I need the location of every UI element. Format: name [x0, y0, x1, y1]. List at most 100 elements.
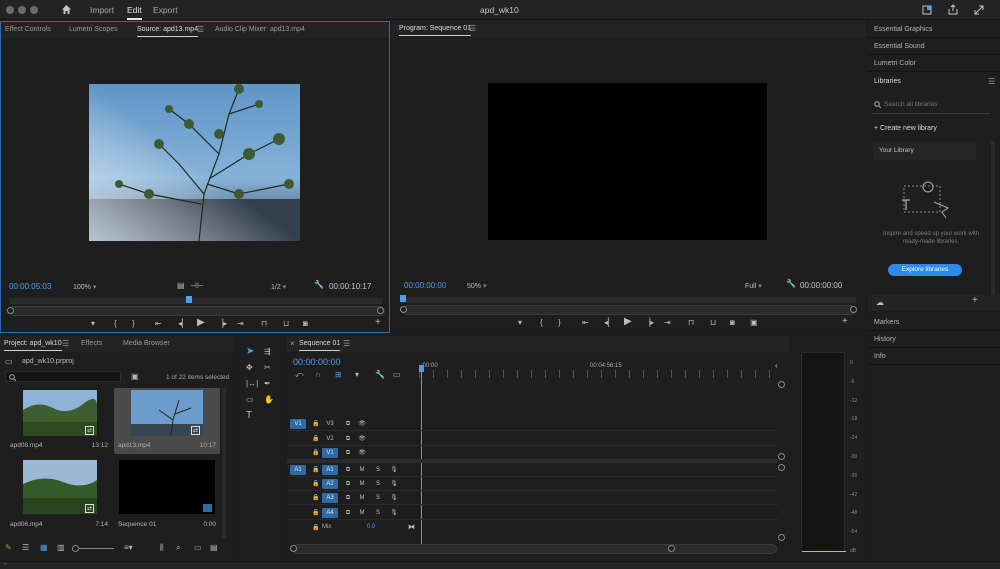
ripple-edit-tool-icon[interactable]: ✥	[246, 364, 253, 372]
camera-icon[interactable]: ◙	[730, 319, 735, 327]
captions-icon[interactable]: ▭	[393, 371, 401, 379]
mix-track-header[interactable]: 🔒 Mix 0.0 ⧓	[288, 521, 418, 535]
snap-icon[interactable]: ∩	[315, 371, 321, 379]
add-marker-icon[interactable]: ▾	[355, 371, 359, 379]
source-patch-video[interactable]: V1	[290, 419, 306, 429]
tab-lumetri-scopes[interactable]: Lumetri Scopes	[69, 26, 118, 33]
track-header-v2[interactable]: 🔒 V2 ⧉ 👁	[288, 432, 778, 446]
mute-button[interactable]: M	[354, 508, 370, 518]
button-editor-icon[interactable]: +	[842, 317, 848, 327]
mark-in-icon[interactable]: {	[114, 320, 117, 328]
collapse-icon[interactable]: ‹	[775, 362, 778, 370]
clip-item[interactable]: ⇄ apd06.mp4 7:14	[4, 458, 110, 528]
quick-export-icon[interactable]	[922, 5, 932, 15]
source-scroll-end-handle[interactable]	[377, 307, 384, 314]
timeline-hscrollbar[interactable]	[293, 544, 777, 554]
fullscreen-icon[interactable]	[974, 5, 984, 15]
panel-markers[interactable]: Markers	[868, 314, 1000, 331]
track-label[interactable]: V2	[322, 434, 338, 444]
step-forward-icon[interactable]: ▕▸	[644, 319, 654, 327]
timeline-vscroll-bottom[interactable]	[778, 453, 785, 460]
panel-menu-icon[interactable]: ☰	[469, 24, 476, 33]
tab-media-browser[interactable]: Media Browser	[123, 340, 170, 347]
panel-essential-graphics[interactable]: Essential Graphics	[868, 21, 1000, 38]
cloud-icon[interactable]: ☁	[876, 299, 884, 307]
microphone-icon[interactable]: 🎙	[386, 493, 402, 503]
find-icon[interactable]: ⌕	[176, 544, 180, 552]
step-back-icon[interactable]: ◂▏	[604, 319, 614, 327]
nav-edit[interactable]: Edit	[127, 5, 142, 20]
wrench-icon[interactable]: 🔧	[314, 281, 324, 289]
panel-history[interactable]: History	[868, 331, 1000, 348]
source-playhead[interactable]	[185, 296, 192, 303]
eye-icon[interactable]: 👁	[354, 419, 370, 429]
go-to-in-icon[interactable]: ⇤	[582, 319, 589, 327]
libraries-menu-icon[interactable]: ☰	[988, 77, 995, 86]
program-zoom-scrollbar[interactable]	[402, 305, 856, 315]
close-window-button[interactable]	[6, 6, 14, 14]
wrench-icon[interactable]: 🔧	[375, 371, 385, 379]
program-playhead[interactable]	[400, 295, 406, 302]
freeform-view-icon[interactable]: ▥	[57, 544, 65, 552]
program-resolution-select[interactable]: Full	[745, 282, 762, 290]
track-select-tool-icon[interactable]: ⇶	[264, 348, 271, 356]
close-tab-icon[interactable]: ×	[290, 339, 295, 348]
comparison-view-icon[interactable]: ▣	[750, 319, 758, 327]
program-scroll-end-handle[interactable]	[850, 306, 857, 313]
type-tool-icon[interactable]: T	[246, 411, 252, 421]
nav-export[interactable]: Export	[153, 5, 178, 15]
track-header-v3[interactable]: V1 🔒 V3 ⧉ 👁	[288, 417, 778, 431]
linked-selection-icon[interactable]: ⊞	[335, 371, 342, 379]
new-item-icon[interactable]: ▤	[210, 544, 218, 552]
clip-item[interactable]: ⇄ apd08.mp4 13:12	[4, 388, 110, 454]
panel-menu-icon[interactable]: ☰	[197, 25, 204, 34]
go-to-out-icon[interactable]: ⇥	[664, 319, 671, 327]
tab-effect-controls[interactable]: Effect Controls	[5, 26, 51, 33]
icon-view-icon[interactable]: ▦	[40, 544, 48, 552]
wrench-icon[interactable]: 🔧	[786, 280, 796, 288]
drag-video-icon[interactable]: ⊣⊢	[190, 282, 204, 290]
pencil-icon[interactable]: ✎	[5, 544, 12, 552]
program-zoom-select[interactable]: 50%	[467, 282, 486, 290]
mix-volume-value[interactable]: 0.0	[367, 524, 375, 530]
clip-item-selected[interactable]: ⇄ apd13.mp4 10:17	[114, 388, 220, 454]
zoom-slider-handle[interactable]	[72, 545, 79, 552]
timeline-hscroll-start[interactable]	[290, 545, 297, 552]
timeline-hscroll-end[interactable]	[668, 545, 675, 552]
track-label[interactable]: V1	[322, 448, 338, 458]
play-icon[interactable]: ▶	[197, 318, 205, 328]
track-label[interactable]: A1	[322, 465, 338, 475]
eye-icon[interactable]: 👁	[354, 448, 370, 458]
solo-button[interactable]: S	[370, 508, 386, 518]
panel-essential-sound[interactable]: Essential Sound	[868, 38, 1000, 55]
libraries-scrollbar[interactable]	[991, 141, 995, 296]
track-label[interactable]: A3	[322, 493, 338, 503]
mute-button[interactable]: M	[354, 465, 370, 475]
list-view-icon[interactable]: ☰	[22, 544, 29, 552]
go-to-out-icon[interactable]: ⇥	[237, 320, 244, 328]
program-time-ruler[interactable]	[400, 297, 856, 303]
track-header-a3[interactable]: 🔒 A3 ⧉ M S 🎙	[288, 491, 778, 505]
tab-project[interactable]: Project: apd_wk10	[4, 340, 62, 351]
track-header-a4[interactable]: 🔒 A4 ⧉ M S 🎙	[288, 506, 778, 520]
pen-tool-icon[interactable]: ✒	[264, 380, 271, 388]
tab-program[interactable]: Program: Sequence 01	[399, 25, 471, 36]
automate-to-sequence-icon[interactable]: ⫼	[160, 544, 164, 552]
zoom-slider[interactable]	[74, 548, 114, 549]
solo-button[interactable]: S	[370, 493, 386, 503]
extract-icon[interactable]: ⊔	[710, 319, 716, 327]
go-to-end-icon[interactable]: ⧓	[408, 523, 415, 531]
tab-source[interactable]: Source: apd13.mp4	[137, 26, 199, 37]
panel-info[interactable]: Info	[868, 348, 1000, 365]
slip-tool-icon[interactable]: |↔|	[246, 380, 258, 388]
play-icon[interactable]: ▶	[624, 317, 632, 327]
source-time-ruler[interactable]	[9, 298, 383, 304]
go-to-in-icon[interactable]: ⇤	[155, 320, 162, 328]
mute-button[interactable]: M	[354, 493, 370, 503]
tab-audio-clip-mixer[interactable]: Audio Clip Mixer: apd13.mp4	[215, 26, 305, 33]
minimize-window-button[interactable]	[18, 6, 26, 14]
track-header-v1[interactable]: 🔒 V1 ⧉ 👁	[288, 446, 778, 460]
solo-button[interactable]: S	[370, 465, 386, 475]
add-marker-icon[interactable]: ▾	[91, 320, 95, 328]
share-icon[interactable]	[948, 4, 958, 15]
